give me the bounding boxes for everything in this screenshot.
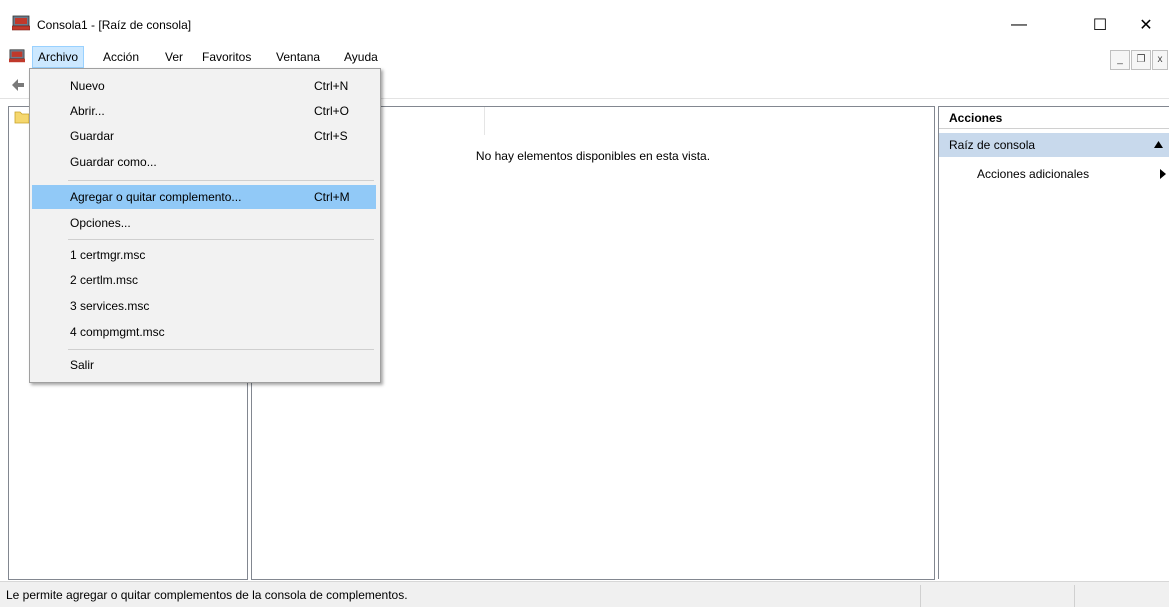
title-bar: Consola1 - [Raíz de consola] — ☐ ✕ [0, 0, 1169, 44]
action-acciones-adicionales[interactable]: Acciones adicionales [977, 165, 1167, 183]
window-title: Consola1 - [Raíz de consola] [37, 18, 192, 32]
actions-section-raiz[interactable]: Raíz de consola [939, 133, 1169, 157]
menu-separator [68, 239, 374, 240]
menu-ver[interactable]: Ver [160, 47, 188, 67]
status-bar: Le permite agregar o quitar complementos… [0, 581, 1169, 607]
menu-item-nuevo[interactable]: Nuevo Ctrl+N [32, 74, 376, 98]
action-label: Acciones adicionales [977, 167, 1090, 181]
menu-bar: Archivo Acción Ver Favoritos Ventana Ayu… [0, 44, 1169, 68]
menu-ventana[interactable]: Ventana [271, 47, 325, 67]
menu-archivo[interactable]: Archivo [32, 46, 85, 68]
maximize-button[interactable]: ☐ [1077, 10, 1123, 40]
status-separator [1074, 585, 1075, 607]
mdi-close-button[interactable]: x [1152, 50, 1168, 70]
submenu-arrow-icon [1160, 169, 1166, 179]
menu-item-label: 2 certlm.msc [70, 273, 139, 287]
menu-item-salir[interactable]: Salir [32, 353, 376, 377]
menu-item-shortcut: Ctrl+M [314, 190, 350, 204]
status-text: Le permite agregar o quitar complementos… [6, 588, 408, 602]
menu-item-shortcut: Ctrl+O [314, 104, 350, 118]
menu-item-label: 3 services.msc [70, 299, 150, 313]
folder-icon[interactable] [14, 110, 30, 124]
menu-item-label: 1 certmgr.msc [70, 248, 146, 262]
menu-item-guardar[interactable]: Guardar Ctrl+S [32, 124, 376, 148]
minimize-button[interactable]: — [996, 10, 1042, 40]
menu-item-shortcut: Ctrl+S [314, 129, 348, 143]
menu-item-opciones[interactable]: Opciones... [32, 211, 376, 235]
menu-ayuda[interactable]: Ayuda [339, 47, 383, 67]
menu-item-recent-services[interactable]: 3 services.msc [32, 294, 376, 318]
menu-item-recent-certlm[interactable]: 2 certlm.msc [32, 268, 376, 292]
mdi-minimize-button[interactable]: _ [1110, 50, 1130, 70]
menu-item-label: Guardar como... [70, 155, 157, 169]
menu-item-label: Salir [70, 358, 95, 372]
menu-item-shortcut: Ctrl+N [314, 79, 349, 93]
menu-separator [68, 180, 374, 181]
menu-item-agregar-quitar-complemento[interactable]: Agregar o quitar complemento... Ctrl+M [32, 185, 376, 209]
collapse-up-icon[interactable] [1154, 141, 1163, 148]
actions-section-label: Raíz de consola [949, 138, 1036, 152]
actions-pane: Acciones Raíz de consola Acciones adicio… [938, 106, 1169, 579]
actions-header: Acciones [939, 107, 1169, 129]
menu-favoritos[interactable]: Favoritos [197, 47, 256, 67]
back-arrow-icon[interactable] [10, 78, 26, 92]
mmc-document-icon[interactable] [9, 48, 25, 64]
menu-item-abrir[interactable]: Abrir... Ctrl+O [32, 99, 376, 123]
menu-item-label: 4 compmgmt.msc [70, 325, 165, 339]
mdi-restore-button[interactable]: ❐ [1131, 50, 1151, 70]
archivo-dropdown-menu: Nuevo Ctrl+N Abrir... Ctrl+O Guardar Ctr… [29, 68, 381, 383]
menu-item-label: Abrir... [70, 104, 105, 118]
mmc-app-icon[interactable] [12, 15, 30, 31]
close-button[interactable]: ✕ [1123, 10, 1169, 40]
column-separator [484, 107, 485, 135]
menu-separator [68, 349, 374, 350]
menu-item-recent-compmgmt[interactable]: 4 compmgmt.msc [32, 320, 376, 344]
menu-item-label: Agregar o quitar complemento... [70, 190, 242, 204]
menu-item-label: Opciones... [70, 216, 131, 230]
menu-item-label: Guardar [70, 129, 115, 143]
menu-item-label: Nuevo [70, 79, 105, 93]
menu-item-guardar-como[interactable]: Guardar como... [32, 150, 376, 174]
status-separator [920, 585, 921, 607]
menu-accion[interactable]: Acción [98, 47, 144, 67]
menu-item-recent-certmgr[interactable]: 1 certmgr.msc [32, 243, 376, 267]
